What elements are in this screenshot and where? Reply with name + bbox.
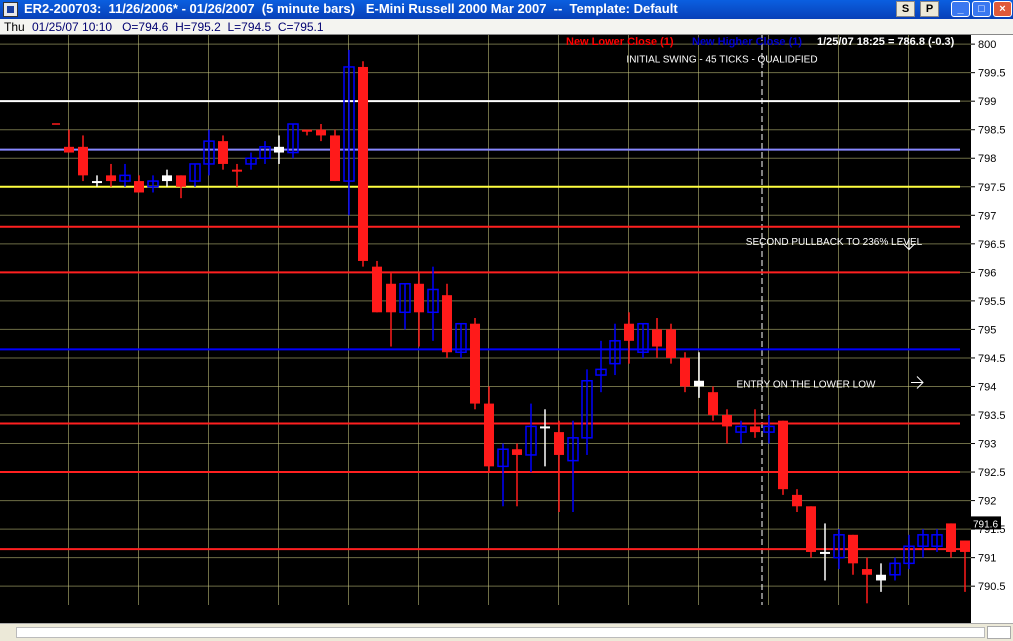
candle-body [862,569,872,575]
y-tick-label: 794.5 [978,353,1006,365]
horizontal-scrollbar[interactable] [0,623,1013,641]
scroll-left-icon[interactable] [1,626,15,639]
candle-body [330,135,340,182]
close-icon[interactable]: × [993,1,1012,17]
legend: New Lower Close (1) New Higher Close (1)… [566,36,955,48]
legend-new-lower-close: New Lower Close (1) [566,36,674,48]
candle-body [778,420,788,490]
candle-body [470,323,480,404]
y-tick-label: 796 [978,267,996,279]
candle-body [652,329,662,347]
candle-body [820,551,830,554]
candle-body [946,523,956,552]
candle-body [232,169,242,172]
candle-body [106,175,116,182]
y-tick-label: 797.5 [978,182,1006,194]
y-tick-label: 799.5 [978,68,1006,80]
candle-body [92,181,102,184]
candle-body [176,175,186,187]
candle-body [302,129,312,132]
candle-body [666,329,676,358]
candle-body [750,426,760,433]
candle-body [680,357,690,387]
y-tick-label: 793.5 [978,410,1006,422]
candle-body [512,449,522,455]
candle-body [218,141,228,164]
candle-body [64,146,74,153]
y-tick-label: 797 [978,210,996,222]
last-price-header: 1/25/07 18:25 = 786.8 (-0.3) [817,36,955,48]
candle-body [806,506,816,552]
candle-body [792,494,802,507]
bar-info-strip: Thu 01/25/07 10:10 O=794.6 H=795.2 L=794… [0,19,1013,35]
info-day: Thu [4,20,25,34]
app-icon [3,2,18,17]
scroll-thumb[interactable] [987,626,1011,639]
y-tick-label: 795.5 [978,296,1006,308]
y-tick-label: 792.5 [978,467,1006,479]
y-tick-label: 790.5 [978,581,1006,593]
candle-body [372,266,382,313]
candle-body [442,295,452,353]
candle-body [960,540,970,552]
annotation-text: ENTRY ON THE LOWER LOW [737,380,876,391]
candle-body [708,392,718,415]
annotation-text: INITIAL SWING - 45 TICKS - QUALIDFIED [626,54,817,65]
y-tick-label: 796.5 [978,239,1006,251]
y-tick-label: 799 [978,96,996,108]
price-chart[interactable]: INITIAL SWING - 45 TICKS - QUALIDFIED SEC… [0,35,1013,623]
y-tick-label: 798.5 [978,125,1006,137]
candle-body [554,432,564,455]
candle-body [848,534,858,564]
candle-body [484,403,494,467]
last-price-marker: 791.6 [971,516,1001,530]
candle-body [386,283,396,313]
y-tick-label: 794 [978,381,996,393]
candle-body [78,146,88,176]
candle-body [274,146,284,153]
y-tick-label: 798 [978,153,996,165]
y-tick-label: 791 [978,553,996,565]
candle-body [316,129,326,136]
y-tick-label: 800 [978,39,996,51]
scroll-track[interactable] [16,627,985,638]
last-price-label: 791.6 [973,519,998,530]
info-ohlc: 01/25/07 10:10 O=794.6 H=795.2 L=794.5 C… [32,20,324,34]
p-button[interactable]: P [920,1,939,17]
s-button[interactable]: S [896,1,915,17]
candle-body [722,415,732,427]
candle-body [358,66,368,261]
candle-body [414,283,424,313]
candle-body [134,181,144,193]
candle-body [694,380,704,387]
candle-body [876,574,886,581]
title-bar: ER2-200703: 11/26/2006* - 01/26/2007 (5 … [0,0,1013,19]
y-tick-label: 793 [978,439,996,451]
maximize-icon[interactable]: □ [972,1,991,17]
candle-body [162,175,172,182]
annotation-text: SECOND PULLBACK TO 236% LEVEL [746,237,923,248]
minimize-icon[interactable]: _ [951,1,970,17]
y-tick-label: 795 [978,324,996,336]
candle-body [540,426,550,429]
y-tick-label: 792 [978,496,996,508]
candle-body [624,323,634,341]
legend-new-higher-close: New Higher Close (1) [692,36,802,48]
window-title: ER2-200703: 11/26/2006* - 01/26/2007 (5 … [24,1,678,16]
